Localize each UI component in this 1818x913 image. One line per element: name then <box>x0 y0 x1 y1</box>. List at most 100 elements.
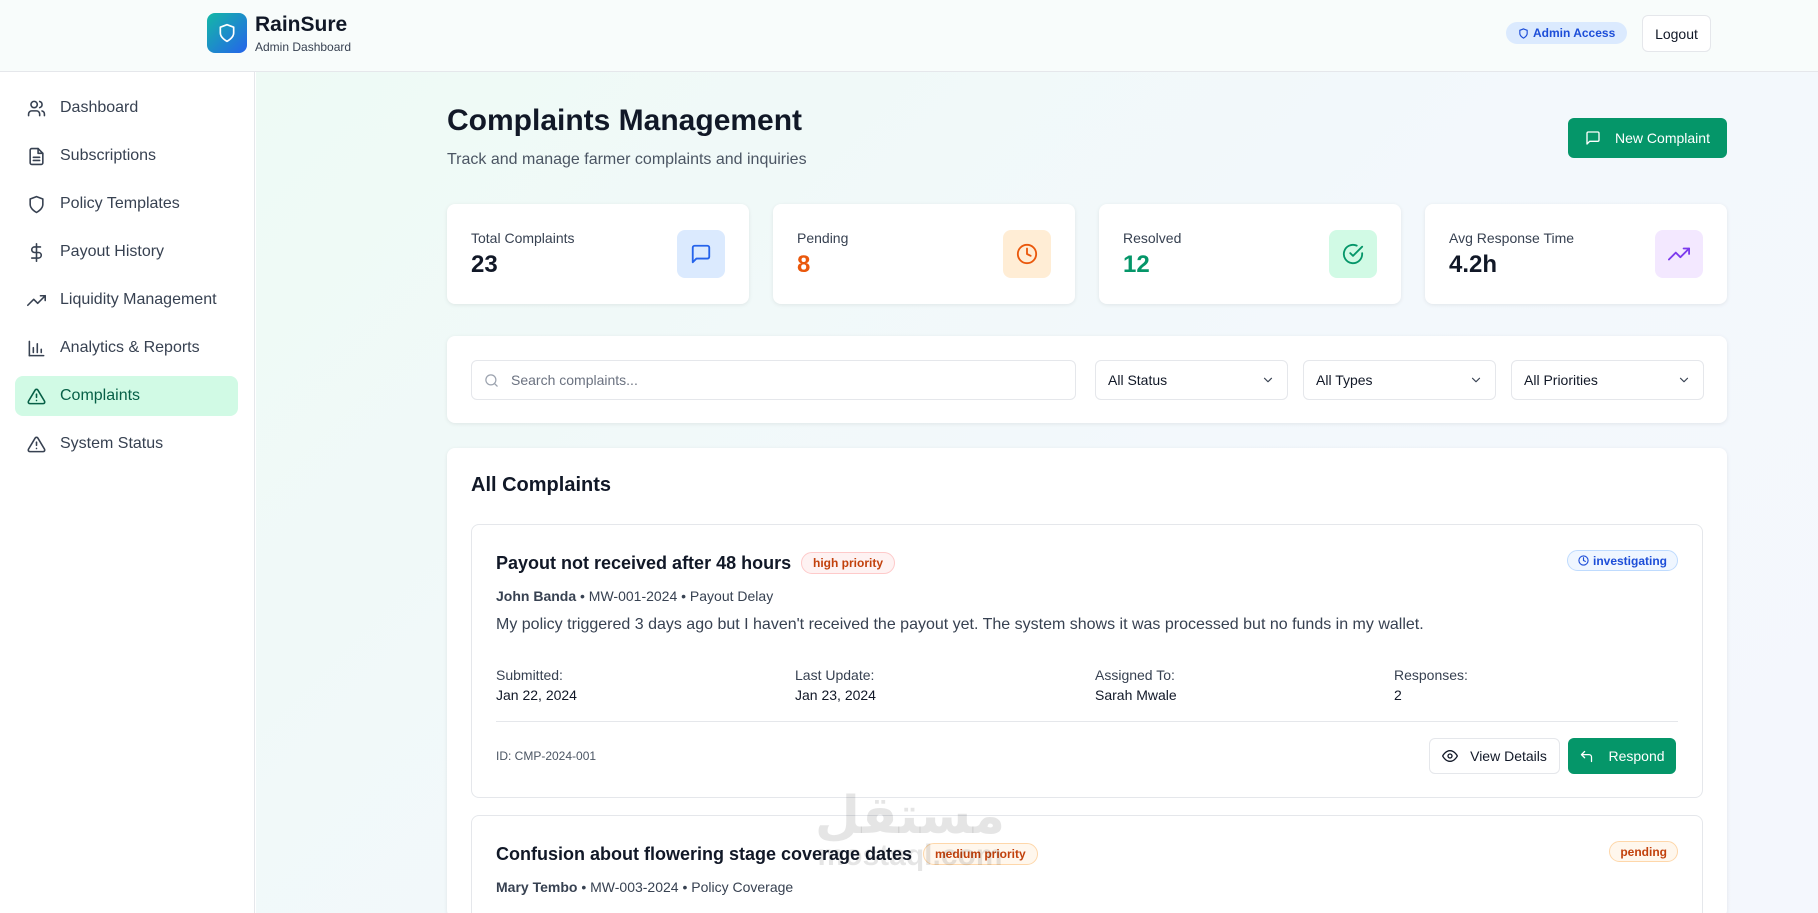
check-circle-icon <box>1329 230 1377 278</box>
field-value: Jan 23, 2024 <box>795 687 876 703</box>
brand-subtitle: Admin Dashboard <box>255 40 352 54</box>
sidebar-item-complaints[interactable]: Complaints <box>15 376 238 416</box>
logo-shield-icon <box>207 13 247 53</box>
bar-chart-icon <box>28 340 45 356</box>
admin-badge-label: Admin Access <box>1533 26 1616 40</box>
submitted-field: Submitted: Jan 22, 2024 <box>496 667 577 703</box>
stat-value: 4.2h <box>1449 251 1498 278</box>
search-icon <box>485 373 498 387</box>
document-icon <box>29 147 44 165</box>
priority-select[interactable]: All Priorities <box>1511 360 1704 400</box>
view-details-label: View Details <box>1470 748 1547 764</box>
responses-field: Responses: 2 <box>1394 667 1468 703</box>
farmer-name: Mary Tembo <box>496 879 578 895</box>
stat-card-avg-response: Avg Response Time 4.2h <box>1425 204 1727 304</box>
divider <box>496 721 1678 722</box>
new-complaint-label: New Complaint <box>1615 130 1710 146</box>
reply-icon <box>1581 750 1593 762</box>
sidebar-item-system-status[interactable]: System Status <box>15 424 238 464</box>
search-field[interactable] <box>471 360 1076 400</box>
respond-button[interactable]: Respond <box>1568 738 1676 774</box>
complaint-title: Payout not received after 48 hours <box>496 553 792 573</box>
field-value: Sarah Mwale <box>1095 687 1177 703</box>
dollar-icon <box>30 242 42 262</box>
type-select[interactable]: All Types <box>1303 360 1496 400</box>
sidebar-item-label: Subscriptions <box>60 147 157 164</box>
complaints-list-card: All Complaints Payout not received after… <box>447 448 1727 913</box>
page-title: Complaints Management <box>447 104 803 137</box>
alert-triangle-icon <box>27 388 46 404</box>
trending-up-icon <box>1655 230 1703 278</box>
logout-button[interactable]: Logout <box>1642 15 1711 52</box>
priority-badge: high priority <box>801 552 895 574</box>
stat-value: 8 <box>797 251 811 278</box>
assigned-to-field: Assigned To: Sarah Mwale <box>1095 667 1177 703</box>
message-square-icon <box>677 230 725 278</box>
page-subtitle: Track and manage farmer complaints and i… <box>447 151 807 168</box>
stat-label: Pending <box>797 230 849 246</box>
status-select[interactable]: All Status <box>1095 360 1288 400</box>
complaint-card: Payout not received after 48 hours high … <box>471 524 1703 798</box>
trending-up-icon <box>27 294 46 306</box>
shield-icon <box>29 195 44 213</box>
sidebar-item-label: Dashboard <box>60 99 139 116</box>
alert-triangle-icon <box>27 436 46 452</box>
sidebar-item-label: System Status <box>60 435 164 452</box>
new-complaint-button[interactable]: New Complaint <box>1568 118 1727 158</box>
message-square-icon <box>1586 131 1600 145</box>
status-badge: pending <box>1609 841 1678 862</box>
status-select-value: All Status <box>1108 372 1168 388</box>
stat-card-resolved: Resolved 12 <box>1099 204 1401 304</box>
list-title: All Complaints <box>471 474 612 496</box>
shield-icon <box>1519 27 1528 39</box>
stat-label: Total Complaints <box>471 230 575 246</box>
sidebar-item-label: Payout History <box>60 243 165 260</box>
field-value: Jan 22, 2024 <box>496 687 577 703</box>
chevron-down-icon <box>1471 377 1481 383</box>
complaint-meta: Mary Tembo • MW-003-2024 • Policy Covera… <box>496 879 793 895</box>
watermark-logo: مستقل mostaql.com <box>814 787 1006 872</box>
last-update-field: Last Update: Jan 23, 2024 <box>795 667 876 703</box>
type-select-value: All Types <box>1316 372 1373 388</box>
complaint-id: ID: CMP-2024-001 <box>496 749 597 763</box>
sidebar-item-liquidity-management[interactable]: Liquidity Management <box>15 280 238 320</box>
admin-access-badge: Admin Access <box>1506 22 1628 44</box>
farmer-name: John Banda <box>496 588 577 604</box>
stat-label: Avg Response Time <box>1449 230 1575 246</box>
policy-and-type: • MW-003-2024 • Policy Coverage <box>577 879 794 895</box>
field-label: Submitted: <box>496 667 563 683</box>
sidebar-item-label: Liquidity Management <box>60 291 217 308</box>
status-label: pending <box>1620 844 1667 859</box>
filter-bar: All Status All Types All Priorities <box>447 336 1727 423</box>
respond-label: Respond <box>1608 748 1665 764</box>
priority-select-value: All Priorities <box>1524 372 1598 388</box>
view-details-button[interactable]: View Details <box>1429 738 1560 774</box>
sidebar-item-dashboard[interactable]: Dashboard <box>15 88 238 128</box>
top-header: RainSure Admin Dashboard Admin Access Lo… <box>0 0 1818 72</box>
stat-card-pending: Pending 8 <box>773 204 1075 304</box>
chevron-down-icon <box>1679 377 1689 383</box>
status-badge: investigating <box>1566 550 1678 571</box>
field-value: 2 <box>1394 687 1402 703</box>
sidebar-item-label: Analytics & Reports <box>60 339 200 356</box>
brand-name: RainSure <box>255 13 348 36</box>
sidebar-item-label: Policy Templates <box>60 195 180 212</box>
complaint-card: Confusion about flowering stage coverage… <box>471 815 1703 913</box>
clock-icon <box>1578 555 1589 566</box>
sidebar-item-policy-templates[interactable]: Policy Templates <box>15 184 238 224</box>
sidebar-item-payout-history[interactable]: Payout History <box>15 232 238 272</box>
policy-and-type: • MW-001-2024 • Payout Delay <box>576 588 774 604</box>
stat-value: 12 <box>1123 251 1150 278</box>
sidebar-item-subscriptions[interactable]: Subscriptions <box>15 136 238 176</box>
eye-icon <box>1442 750 1459 762</box>
complaint-meta: John Banda • MW-001-2024 • Payout Delay <box>496 588 773 604</box>
sidebar-item-analytics-reports[interactable]: Analytics & Reports <box>15 328 238 368</box>
clock-icon <box>1003 230 1051 278</box>
stat-value: 23 <box>471 251 498 278</box>
field-label: Last Update: <box>795 667 875 683</box>
status-label: investigating <box>1592 553 1667 568</box>
users-icon <box>27 100 46 116</box>
sidebar: Dashboard Subscriptions Policy Templates… <box>0 72 255 913</box>
stat-card-total: Total Complaints 23 <box>447 204 749 304</box>
search-input[interactable] <box>511 372 1051 388</box>
